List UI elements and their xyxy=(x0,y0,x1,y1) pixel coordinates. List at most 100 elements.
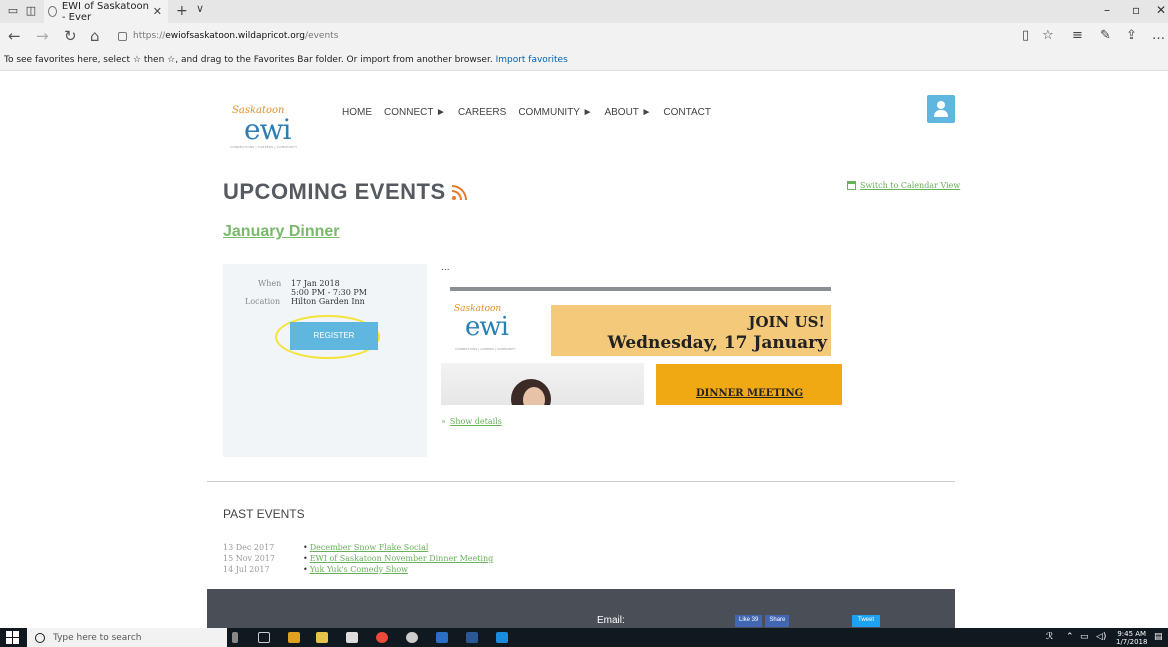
nav-about[interactable]: ABOUT ► xyxy=(604,107,651,118)
page-title: UPCOMING EVENTS xyxy=(223,179,468,205)
tab-preview-icon[interactable]: ▭ xyxy=(6,4,20,18)
list-item: 14 Jul 2017 Yuk Yuk's Comedy Show xyxy=(223,565,408,574)
new-tab-icon[interactable]: + xyxy=(176,3,188,19)
tab-active[interactable]: EWI of Saskatoon - Ever ✕ xyxy=(44,0,168,23)
url-protocol: https:// xyxy=(133,31,166,41)
system-clock[interactable]: 9:45 AM 1/7/2018 xyxy=(1116,630,1147,646)
facebook-share-button[interactable]: Share xyxy=(765,615,790,627)
rss-feed-icon[interactable] xyxy=(451,184,468,200)
file-explorer-icon[interactable] xyxy=(316,632,328,643)
facebook-like-button[interactable]: Like 39 xyxy=(735,615,763,627)
description-ellipsis: ... xyxy=(441,263,450,273)
list-item: 15 Nov 2017 EWI of Saskatoon November Di… xyxy=(223,554,493,563)
favorites-bar: To see favorites here, select ☆ then ☆, … xyxy=(0,49,1168,71)
nav-contact[interactable]: CONTACT xyxy=(663,107,711,118)
event-title-link[interactable]: January Dinner xyxy=(223,223,339,241)
web-note-icon[interactable]: ✎ xyxy=(1100,28,1111,43)
event-info-box: When 17 Jan 2018 5:00 PM - 7:30 PM Locat… xyxy=(223,264,427,457)
app-icon[interactable] xyxy=(406,632,418,643)
home-icon[interactable]: ⌂ xyxy=(90,27,100,45)
show-details-link[interactable]: » Show details xyxy=(441,417,502,426)
past-event-date: 14 Jul 2017 xyxy=(223,565,270,574)
tray-chevron-icon[interactable]: ⌃ xyxy=(1066,632,1074,642)
flyer-dinner-text: DINNER MEETING xyxy=(696,388,804,399)
windows-start-icon[interactable] xyxy=(6,631,19,644)
import-favorites-link[interactable]: Import favorites xyxy=(496,55,568,65)
word-icon[interactable] xyxy=(466,632,478,643)
flyer-join-banner: JOIN US! Wednesday, 17 January xyxy=(551,305,831,356)
url-host: ewiofsaskatoon.wildapricot.org xyxy=(165,31,306,41)
double-chevron-icon: » xyxy=(441,417,446,426)
back-arrow-icon[interactable]: ← xyxy=(8,27,21,45)
flyer-date-text: Wednesday, 17 January xyxy=(607,333,827,353)
facebook-buttons: Like 39 Share xyxy=(735,615,809,627)
login-user-button[interactable] xyxy=(927,95,955,123)
favorites-hub-icon[interactable]: ≡ xyxy=(1072,28,1083,43)
speaker-photo xyxy=(441,363,644,405)
nav-home[interactable]: HOME xyxy=(342,107,372,118)
event-time: 5:00 PM - 7:30 PM xyxy=(291,288,367,297)
show-details-label: Show details xyxy=(449,417,502,426)
minimize-icon[interactable]: – xyxy=(1104,3,1110,17)
nav-careers[interactable]: CAREERS xyxy=(458,107,506,118)
flyer-join-text: JOIN US! xyxy=(748,313,825,331)
event-location: Hilton Garden Inn xyxy=(291,297,365,306)
globe-icon xyxy=(48,6,57,17)
set-tabs-aside-icon[interactable]: ◫ xyxy=(24,4,38,18)
store-icon[interactable] xyxy=(288,632,300,643)
switch-calendar-view-link[interactable]: Switch to Calendar View xyxy=(847,181,960,190)
footer-email-label: Email: xyxy=(597,615,625,626)
share-icon[interactable]: ⇪ xyxy=(1126,28,1137,43)
user-icon xyxy=(937,101,945,109)
restore-icon[interactable]: ▫ xyxy=(1132,3,1140,17)
web-page: Saskatoon ewi CONNECTIONS | CAREERS | CO… xyxy=(0,71,1168,628)
network-icon[interactable]: ▭ xyxy=(1080,632,1089,642)
address-input[interactable]: https:// ewiofsaskatoon.wildapricot.org … xyxy=(118,28,968,44)
chevron-down-icon[interactable]: ∨ xyxy=(196,2,204,15)
register-button[interactable]: REGISTER xyxy=(290,322,378,350)
favorite-star-icon[interactable]: ☆ xyxy=(1042,28,1054,43)
address-bar-row: ← → ↻ ⌂ https:// ewiofsaskatoon.wildapri… xyxy=(0,23,1168,49)
tab-bar: ▭ ◫ EWI of Saskatoon - Ever ✕ + ∨ – ▫ ✕ xyxy=(0,0,1168,23)
search-placeholder: Type here to search xyxy=(53,632,142,643)
refresh-icon[interactable]: ↻ xyxy=(64,27,77,45)
site-footer: Email: Like 39 Share Tweet xyxy=(207,589,955,628)
notifications-icon[interactable]: ▤ xyxy=(1154,632,1163,642)
clock-time: 9:45 AM xyxy=(1117,630,1147,638)
chrome-icon[interactable] xyxy=(376,632,388,643)
people-icon[interactable]: ℛ xyxy=(1046,632,1053,642)
close-icon[interactable]: ✕ xyxy=(153,5,162,18)
location-label: Location xyxy=(245,297,281,306)
flyer-logo: Saskatoon ewi CONNECTIONS | CAREERS | CO… xyxy=(454,304,516,351)
nav-connect[interactable]: CONNECT ► xyxy=(384,107,446,118)
past-event-link[interactable]: Yuk Yuk's Comedy Show xyxy=(303,565,408,574)
logo-tagline: CONNECTIONS | CAREERS | COMMUNITY xyxy=(230,145,298,149)
tweet-button[interactable]: Tweet xyxy=(852,615,881,627)
mail-icon[interactable] xyxy=(346,632,358,643)
clock-date: 1/7/2018 xyxy=(1116,638,1148,646)
nav-community[interactable]: COMMUNITY ► xyxy=(518,107,592,118)
taskbar-search-box[interactable]: Type here to search xyxy=(27,628,227,647)
reading-view-icon[interactable]: ▯ xyxy=(1022,28,1029,43)
ewi-logo[interactable]: Saskatoon ewi CONNECTIONS | CAREERS | CO… xyxy=(230,105,312,153)
main-nav: HOME CONNECT ► CAREERS COMMUNITY ► ABOUT… xyxy=(342,107,711,118)
more-icon[interactable]: … xyxy=(1152,28,1165,43)
favorites-hint: To see favorites here, select ☆ then ☆, … xyxy=(4,55,493,65)
flyer-dinner-banner: DINNER MEETING xyxy=(656,364,842,405)
section-divider xyxy=(207,481,955,482)
logo-text: ewi xyxy=(244,113,291,146)
close-window-icon[interactable]: ✕ xyxy=(1156,3,1166,17)
edge-icon[interactable] xyxy=(496,632,508,643)
event-date: 17 Jan 2018 xyxy=(291,279,340,288)
past-event-date: 15 Nov 2017 xyxy=(223,554,275,563)
when-label: When xyxy=(258,279,282,288)
past-event-link[interactable]: December Snow Flake Social xyxy=(303,543,429,552)
past-event-link[interactable]: EWI of Saskatoon November Dinner Meeting xyxy=(303,554,494,563)
outlook-icon[interactable] xyxy=(436,632,448,643)
microphone-icon[interactable] xyxy=(232,632,238,643)
task-view-icon[interactable] xyxy=(258,632,270,643)
forward-arrow-icon[interactable]: → xyxy=(36,27,49,45)
volume-icon[interactable]: ◁) xyxy=(1096,632,1106,642)
tab-title: EWI of Saskatoon - Ever xyxy=(61,0,149,23)
windows-taskbar: Type here to search ℛ ⌃ ▭ ◁) 9:45 AM 1/7… xyxy=(0,628,1168,647)
